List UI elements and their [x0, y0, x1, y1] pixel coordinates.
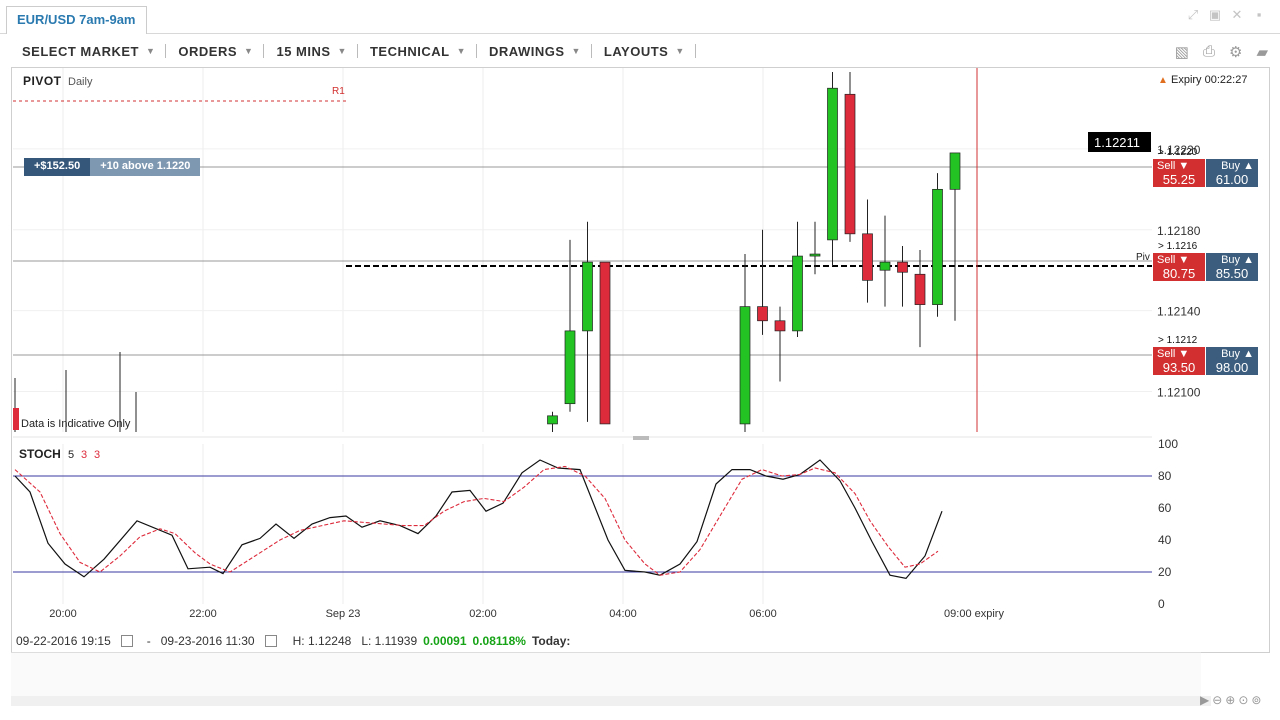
zoom-controls: ▶ ⊖ ⊕ ⊙ ⊚: [1200, 693, 1261, 707]
pivot-short-label: Piv: [1136, 252, 1150, 263]
trading-app: EUR/USD 7am-9am ⤢ ▣ ✕ ▪ SELECT MARKET ▼ O…: [0, 0, 1280, 720]
stoch-tick: 0: [1158, 597, 1165, 611]
strike-label: > 1.1216: [1158, 241, 1198, 252]
buy-price: 98.00: [1215, 360, 1249, 375]
arrow-right-icon[interactable]: ▶: [1200, 693, 1209, 707]
change-value: 0.00091: [423, 634, 467, 648]
candle-body: [809, 253, 821, 257]
sell-label: Sell ▼: [1157, 160, 1190, 172]
sell-button[interactable]: Sell ▼ 80.75: [1153, 253, 1205, 281]
candle-body: [914, 273, 926, 305]
buy-label: Buy ▲: [1221, 160, 1254, 172]
candle-body: [757, 306, 768, 322]
time-tick: 06:00: [749, 608, 777, 620]
stoch-tick: 80: [1158, 469, 1172, 483]
strike-label: > 1.1212: [1158, 335, 1198, 346]
calendar-icon[interactable]: [120, 635, 133, 647]
candle-body: [564, 330, 576, 405]
navigator-strip[interactable]: [11, 652, 1201, 696]
candle-body: [932, 188, 943, 305]
trade-pill: Sell ▼ 80.75 Buy ▲ 85.50: [1153, 253, 1258, 281]
splitter-handle: [633, 436, 649, 440]
trade-pill: Sell ▼ 55.25 Buy ▲ 61.00: [1153, 159, 1258, 187]
sell-price: 93.50: [1162, 360, 1196, 375]
stoch-k: 5: [68, 449, 74, 461]
candle-body: [844, 93, 856, 235]
current-price: 1.12211: [1094, 135, 1140, 150]
time-tick: 09:00 expiry: [944, 608, 1004, 620]
buy-label: Buy ▲: [1221, 254, 1254, 266]
buy-price: 85.50: [1215, 266, 1249, 281]
today-label: Today:: [531, 634, 571, 648]
time-tick: 20:00: [49, 608, 77, 620]
high-value: H: 1.12248: [292, 634, 352, 648]
price-tick: 1.12100: [1157, 386, 1201, 400]
sell-button[interactable]: Sell ▼ 55.25: [1153, 159, 1205, 187]
buy-button[interactable]: Buy ▲ 61.00: [1206, 159, 1258, 187]
pnl-detail: +10 above 1.1220: [90, 158, 201, 176]
stoch-k-line: [14, 459, 943, 580]
candle-body: [897, 261, 908, 273]
scrollbar[interactable]: [11, 696, 1211, 706]
sell-label: Sell ▼: [1157, 254, 1190, 266]
expiry-triangle: ▲: [1158, 75, 1168, 86]
pivot-period: Daily: [68, 76, 93, 88]
expiry-label: Expiry 00:22:27: [1171, 74, 1247, 86]
time-tick: Sep 23: [326, 608, 361, 620]
sell-label: Sell ▼: [1157, 348, 1190, 360]
candle-body: [582, 261, 593, 332]
candle-body: [547, 415, 558, 425]
price-tick: 1.12180: [1157, 224, 1201, 238]
stoch-tick: 20: [1158, 565, 1172, 579]
sell-button[interactable]: Sell ▼ 93.50: [1153, 347, 1205, 375]
change-pct: 0.08118%: [472, 634, 526, 648]
candle-body: [792, 255, 803, 332]
candle-body: [862, 233, 873, 281]
time-tick: 02:00: [469, 608, 497, 620]
trade-pill: Sell ▼ 93.50 Buy ▲ 98.00: [1153, 347, 1258, 375]
candle-body: [599, 261, 611, 425]
stoch-tick: 60: [1158, 501, 1172, 515]
time-tick: 04:00: [609, 608, 637, 620]
zoom-fit-icon[interactable]: ⊚: [1251, 693, 1261, 707]
buy-price: 61.00: [1215, 172, 1249, 187]
sell-price: 80.75: [1162, 266, 1196, 281]
sell-price: 55.25: [1162, 172, 1196, 187]
info-bar: 09-22-2016 19:15 - 09-23-2016 11:30 H: 1…: [16, 632, 570, 650]
to-date: 09-23-2016 11:30: [160, 634, 255, 648]
buy-label: Buy ▲: [1221, 348, 1254, 360]
buy-button[interactable]: Buy ▲ 98.00: [1206, 347, 1258, 375]
zoom-out-icon[interactable]: ⊖: [1212, 693, 1222, 707]
candle-body: [827, 87, 838, 241]
pnl-value: +$152.50: [24, 158, 91, 176]
candle-body: [739, 306, 751, 425]
price-tick: 1.12140: [1157, 305, 1201, 319]
stoch-smooth: 3: [94, 449, 100, 461]
strike-label: > 1.1220: [1158, 147, 1198, 158]
position-pnl[interactable]: +$152.50 +10 above 1.1220: [24, 158, 201, 176]
from-date: 09-22-2016 19:15: [16, 634, 111, 648]
stoch-label: STOCH: [19, 447, 61, 461]
candle-body: [879, 261, 891, 271]
stoch-tick: 40: [1158, 533, 1172, 547]
zoom-in-icon[interactable]: ⊕: [1225, 693, 1235, 707]
stoch-d-line: [14, 465, 939, 576]
chart-svg[interactable]: 1.122201.121801.121401.12100PIVOT DailyR1…: [0, 0, 1280, 720]
buy-button[interactable]: Buy ▲ 85.50: [1206, 253, 1258, 281]
r1-label: R1: [332, 86, 345, 97]
candle-body: [774, 320, 786, 332]
candle-body: [13, 408, 19, 430]
candle-body: [949, 152, 961, 190]
time-tick: 22:00: [189, 608, 217, 620]
pivot-label: PIVOT: [23, 74, 62, 88]
stoch-d: 3: [81, 449, 87, 461]
zoom-reset-icon[interactable]: ⊙: [1238, 693, 1248, 707]
stoch-tick: 100: [1158, 437, 1178, 451]
date-dash: -: [146, 634, 151, 648]
calendar-icon[interactable]: [264, 635, 277, 647]
low-value: L: 1.11939: [361, 634, 418, 648]
indicative-note: Data is Indicative Only: [21, 418, 131, 430]
